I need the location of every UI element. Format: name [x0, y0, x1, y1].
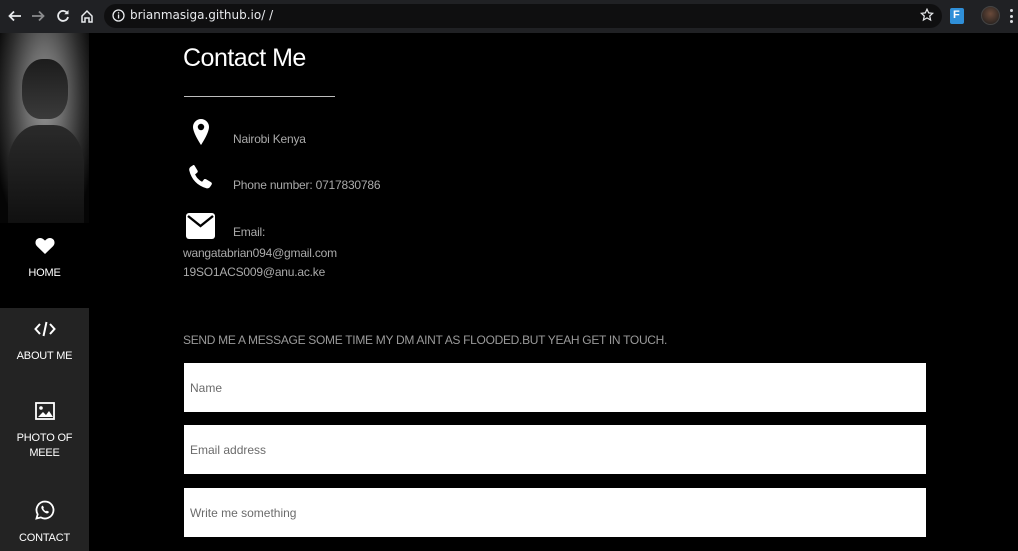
envelope-icon — [186, 213, 215, 244]
email-input[interactable] — [184, 425, 926, 474]
sidebar-item-home[interactable]: HOME — [0, 223, 89, 308]
sidebar-item-label: PHOTO OF MEEE — [16, 432, 73, 459]
sidebar-item-contact[interactable]: CONTACT — [0, 490, 89, 551]
sidebar-item-label: HOME — [28, 267, 61, 279]
extension-icon[interactable] — [950, 8, 964, 24]
email-label: Email: — [233, 225, 266, 239]
phone-icon — [188, 164, 213, 195]
message-input[interactable] — [184, 488, 926, 537]
profile-photo — [0, 33, 89, 223]
name-input[interactable] — [184, 363, 926, 412]
sidebar-item-photo[interactable]: PHOTO OF MEEE — [0, 390, 89, 490]
image-icon — [34, 402, 55, 425]
url-text[interactable]: brianmasiga.github.io/ / — [130, 8, 273, 22]
page-title: Contact Me — [183, 44, 306, 72]
email-address-1[interactable]: wangatabrian094@gmail.com — [183, 246, 337, 260]
home-icon[interactable] — [78, 7, 96, 25]
whatsapp-icon — [34, 500, 55, 525]
back-arrow-icon[interactable] — [6, 7, 24, 25]
sidebar-item-label: CONTACT — [19, 532, 70, 544]
forward-arrow-icon[interactable] — [29, 7, 47, 25]
code-icon — [33, 320, 56, 343]
sidebar: HOME ABOUT ME PHOTO OF MEEE CONTACT — [0, 33, 89, 551]
profile-avatar[interactable] — [981, 6, 1000, 25]
sidebar-item-label: ABOUT ME — [16, 350, 73, 362]
sidebar-item-about[interactable]: ABOUT ME — [0, 308, 89, 390]
title-divider — [184, 96, 335, 97]
info-icon[interactable] — [112, 9, 125, 27]
star-icon[interactable] — [919, 7, 935, 27]
heart-icon — [34, 237, 55, 260]
phone-text: Phone number: 0717830786 — [233, 178, 381, 192]
location-text: Nairobi Kenya — [233, 132, 306, 146]
location-pin-icon — [192, 118, 210, 151]
email-address-2[interactable]: 19SO1ACS009@anu.ac.ke — [183, 265, 325, 279]
browser-toolbar: brianmasiga.github.io/ / — [0, 0, 1018, 33]
reload-icon[interactable] — [54, 7, 72, 25]
menu-icon[interactable] — [1009, 9, 1013, 23]
message-prompt: SEND ME A MESSAGE SOME TIME MY DM AINT A… — [183, 333, 668, 347]
address-bar[interactable]: brianmasiga.github.io/ / — [104, 4, 942, 28]
